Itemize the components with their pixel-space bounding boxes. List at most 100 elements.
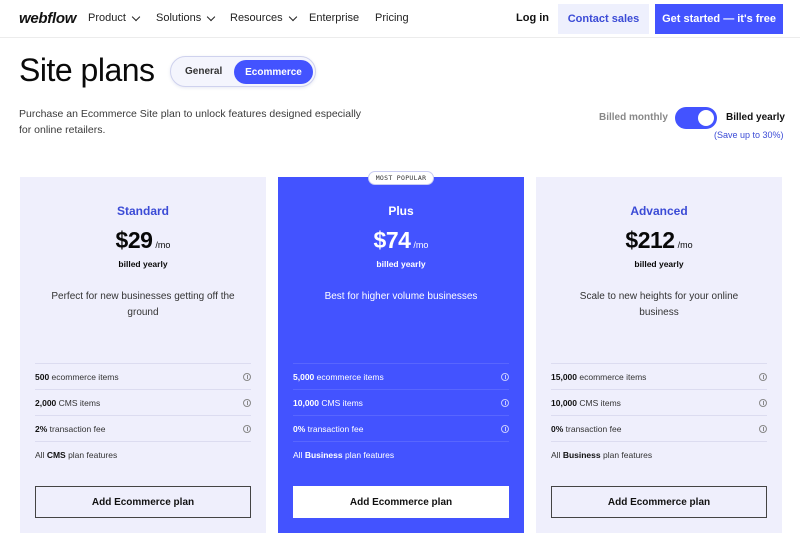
feature-list: 5,000 ecommerce items 10,000 CMS items 0% … [293,363,509,467]
feature-prefix: All [551,449,563,460]
feature-label: plan features [65,449,118,460]
feature-label: ecommerce items [577,371,647,382]
info-icon[interactable] [243,372,251,381]
price-row: $74 /mo [278,227,524,254]
feature-text: 500 ecommerce items [35,372,119,382]
feature-text: All CMS plan features [35,450,117,460]
feature-label: CMS items [577,397,621,408]
feature-value: Business [562,449,601,460]
nav-item-resources[interactable]: Resources [230,12,297,24]
plan-tagline: Perfect for new businesses getting off t… [51,291,235,318]
nav-item-label: Product [88,12,126,24]
feature-label: CMS items [56,397,101,408]
nav-item-label: Solutions [156,12,202,24]
feature-text: 10,000 CMS items [551,398,621,408]
feature-item: All CMS plan features [35,441,251,467]
most-popular-badge: MOST POPULAR [368,171,434,185]
info-icon[interactable] [759,398,767,407]
feature-list: 500 ecommerce items 2,000 CMS items 2% tra… [35,363,251,467]
billing-note: billed yearly [118,259,168,269]
feature-prefix: All [35,449,47,460]
feature-text: 10,000 CMS items [293,398,363,408]
feature-item: 500 ecommerce items [35,363,251,389]
nav-item-pricing[interactable]: Pricing [375,12,409,24]
info-icon[interactable] [243,424,251,433]
info-icon[interactable] [759,424,767,433]
feature-value: 5,000 [293,371,315,382]
plan-type-switcher: General Ecommerce [170,56,316,87]
webflow-logo[interactable]: webflow [19,10,76,27]
feature-label: transaction fee [47,423,106,434]
plan-tagline: Best for higher volume businesses [324,291,478,302]
plan-card-plus: MOST POPULAR Plus $74 /mo billed yearly … [278,171,524,533]
plan-price: $29 [115,227,153,253]
feature-label: ecommerce items [49,371,119,382]
feature-value: 0% [551,423,564,434]
add-ecommerce-plan-button[interactable]: Add Ecommerce plan [35,486,251,518]
plan-name: Advanced [630,204,688,218]
billing-note: billed yearly [634,259,684,269]
info-icon[interactable] [243,398,251,407]
plan-tagline: Scale to new heights for your online bus… [579,291,739,318]
feature-text: 0% transaction fee [551,424,621,434]
tab-ecommerce[interactable]: Ecommerce [234,60,313,84]
feature-item: 2,000 CMS items [35,389,251,415]
feature-item: 10,000 CMS items [293,389,509,415]
feature-label: transaction fee [305,423,364,434]
feature-item: 0% transaction fee [293,415,509,441]
page-description: Purchase an Ecommerce Site plan to unloc… [19,108,362,136]
feature-value: 500 [35,371,50,382]
chevron-down-icon [131,12,141,21]
feature-value: CMS [46,449,66,460]
feature-label: plan features [600,449,653,460]
tab-general[interactable]: General [185,66,222,77]
contact-sales-button[interactable]: Contact sales [558,4,649,34]
feature-item: 0% transaction fee [551,415,767,441]
page-title: Site plans [19,52,155,88]
nav-item-label: Resources [230,12,283,24]
nav-item-label: Enterprise [309,12,360,24]
feature-label: transaction fee [563,423,622,434]
plan-price: $74 [373,227,411,253]
info-icon[interactable] [759,372,767,381]
login-link[interactable]: Log in [516,12,549,24]
feature-prefix: All [293,449,305,460]
feature-item: 15,000 ecommerce items [551,363,767,389]
info-icon[interactable] [501,424,509,433]
feature-value: 10,000 [293,397,319,408]
add-ecommerce-plan-button[interactable]: Add Ecommerce plan [551,486,767,518]
feature-value: 2% [35,423,48,434]
chevron-down-icon [207,12,216,21]
feature-item: All Business plan features [293,441,509,467]
info-icon[interactable] [501,372,509,381]
feature-item: 2% transaction fee [35,415,251,441]
billed-monthly-label[interactable]: Billed monthly [599,112,668,123]
feature-label: plan features [342,449,395,460]
feature-value: 2,000 [35,397,57,408]
nav-item-product[interactable]: Product [88,12,141,24]
get-started-button[interactable]: Get started — it's free [655,4,783,34]
info-icon[interactable] [501,398,509,407]
feature-text: All Business plan features [293,450,394,460]
add-ecommerce-plan-button[interactable]: Add Ecommerce plan [293,486,509,518]
plan-card-advanced: Advanced $212 /mo billed yearly Scale to… [536,177,782,533]
feature-text: 5,000 ecommerce items [293,372,384,382]
feature-item: 5,000 ecommerce items [293,363,509,389]
feature-value: 0% [293,423,306,434]
billed-yearly-label[interactable]: Billed yearly [726,112,785,123]
top-nav: webflow Product Solutions Resources Ente… [0,0,800,38]
feature-text: 15,000 ecommerce items [551,372,646,382]
toggle-knob [698,110,714,126]
nav-item-solutions[interactable]: Solutions [156,12,216,24]
billing-toggle[interactable] [675,107,717,129]
plan-name: Plus [388,204,414,218]
feature-item: All Business plan features [551,441,767,467]
price-period: /mo [413,240,429,250]
feature-text: 2% transaction fee [35,424,105,434]
nav-item-enterprise[interactable]: Enterprise [309,12,359,24]
price-period: /mo [155,240,171,250]
feature-text: All Business plan features [551,450,652,460]
plan-price: $212 [625,227,675,253]
feature-text: 2,000 CMS items [35,398,100,408]
nav-item-label: Pricing [375,12,409,24]
